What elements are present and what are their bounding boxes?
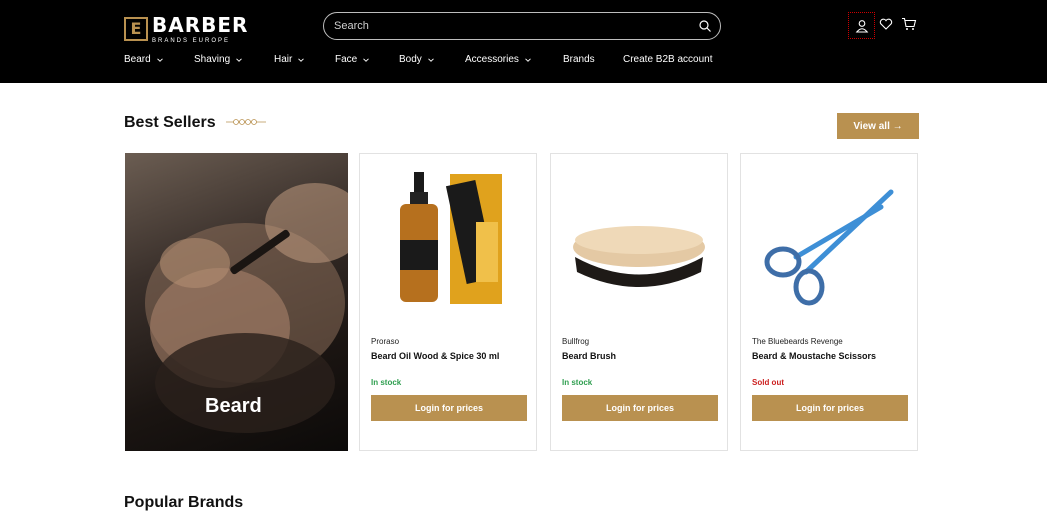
- nav-item-face[interactable]: Face: [335, 54, 370, 65]
- beard-oil-bottle-image: [400, 172, 502, 304]
- login-for-prices-button[interactable]: Login for prices: [562, 395, 718, 421]
- nav-label: Beard: [124, 54, 151, 65]
- login-for-prices-button[interactable]: Login for prices: [752, 395, 908, 421]
- nav-label: Face: [335, 54, 358, 65]
- product-card[interactable]: Proraso Beard Oil Wood & Spice 30 ml In …: [359, 153, 537, 451]
- chevron-down-icon: [525, 57, 531, 62]
- nav-item-body[interactable]: Body: [399, 54, 434, 65]
- account-button[interactable]: [848, 12, 875, 39]
- product-brand: Proraso: [371, 337, 400, 346]
- nav-label: Create B2B account: [623, 54, 713, 65]
- chevron-down-icon: [427, 57, 434, 62]
- product-title[interactable]: Beard & Moustache Scissors: [752, 351, 876, 361]
- chevron-down-icon: [156, 57, 163, 62]
- nav-item-brands[interactable]: Brands: [563, 54, 595, 65]
- nav-item-shaving[interactable]: Shaving: [194, 54, 242, 65]
- logo[interactable]: E BARBER BRANDS EUROPE: [124, 13, 248, 44]
- category-banner-beard[interactable]: Beard: [125, 153, 348, 451]
- banner-label: Beard: [205, 395, 262, 417]
- logo-word: BARBER: [152, 13, 249, 37]
- cart-icon: [902, 17, 917, 30]
- nav-label: Brands: [563, 54, 595, 65]
- scissors-image: [764, 189, 894, 306]
- nav-label: Shaving: [194, 54, 231, 65]
- chevron-down-icon: [298, 57, 305, 62]
- nav-label: Hair: [274, 54, 293, 65]
- product-title[interactable]: Beard Oil Wood & Spice 30 ml: [371, 351, 499, 361]
- nav-item-beard[interactable]: Beard: [124, 54, 163, 65]
- search-bar: [323, 12, 721, 40]
- nav-label: Accessories: [465, 54, 519, 65]
- stock-status: In stock: [562, 378, 593, 387]
- next-section-title: Popular Brands: [124, 494, 244, 511]
- nav-label: Body: [399, 54, 422, 65]
- logo-mark: E: [124, 16, 148, 41]
- product-card[interactable]: The Bluebeards Revenge Beard & Moustache…: [740, 153, 918, 451]
- logo-subtitle: BRANDS EUROPE: [152, 38, 231, 44]
- chevron-down-icon: [236, 57, 242, 62]
- ornament-divider-icon: [226, 119, 266, 125]
- nav-item-accessories[interactable]: Accessories: [465, 54, 531, 65]
- stock-status: In stock: [371, 378, 402, 387]
- chevron-down-icon: [363, 57, 370, 62]
- search-input[interactable]: [334, 18, 674, 34]
- view-all-button[interactable]: View all →: [837, 113, 919, 139]
- search-icon[interactable]: [698, 19, 712, 33]
- product-brand: The Bluebeards Revenge: [752, 337, 843, 346]
- section-title: Best Sellers: [124, 114, 216, 131]
- product-brand: Bullfrog: [562, 337, 590, 346]
- heart-icon: [879, 18, 893, 30]
- nav-item-create-b2b-account[interactable]: Create B2B account: [623, 54, 713, 65]
- site-header: E BARBER BRANDS EUROPE Beard: [0, 0, 1047, 83]
- product-title[interactable]: Beard Brush: [562, 351, 616, 361]
- product-card[interactable]: Bullfrog Beard Brush In stock Login for …: [550, 153, 728, 451]
- wishlist-button[interactable]: [877, 15, 895, 33]
- login-for-prices-button[interactable]: Login for prices: [371, 395, 527, 421]
- beard-brush-image: [573, 226, 705, 287]
- account-icon: [855, 19, 868, 33]
- stock-status: Sold out: [752, 378, 784, 387]
- cart-button[interactable]: [900, 15, 918, 33]
- nav-item-hair[interactable]: Hair: [274, 54, 305, 65]
